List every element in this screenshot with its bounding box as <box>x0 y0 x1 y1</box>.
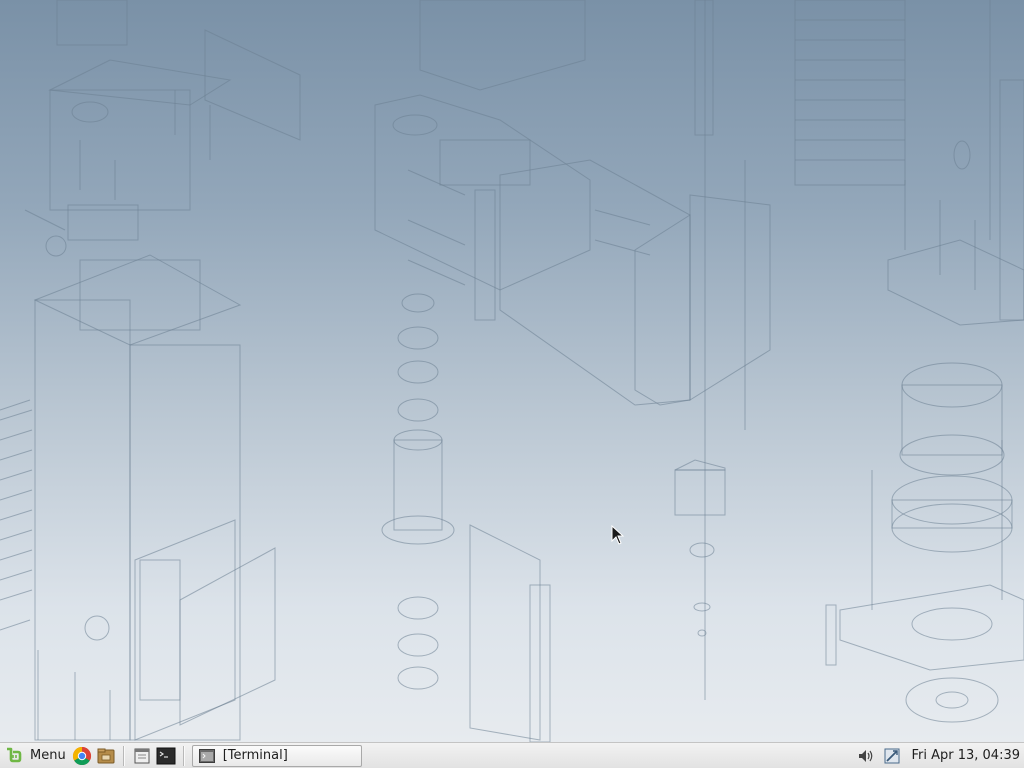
terminal-launcher[interactable] <box>155 745 177 767</box>
show-desktop-launcher[interactable] <box>131 745 153 767</box>
network-tray-button[interactable] <box>882 746 902 766</box>
start-menu-button[interactable]: Menu <box>0 744 70 768</box>
network-icon <box>884 748 900 763</box>
show-desktop-icon <box>134 748 150 763</box>
chrome-launcher[interactable] <box>71 745 93 767</box>
taskbar-window-terminal[interactable]: [Terminal] <box>191 744 362 767</box>
terminal-icon <box>156 747 176 764</box>
file-manager-launcher[interactable] <box>95 745 117 767</box>
panel-separator <box>182 745 184 766</box>
mouse-cursor-icon <box>611 525 625 545</box>
chrome-icon <box>72 746 91 765</box>
system-tray: Fri Apr 13, 04:39 <box>853 743 1024 768</box>
volume-icon <box>859 749 873 762</box>
wallpaper-drawing <box>0 0 1024 742</box>
bottom-panel: Menu [Terminal] Fri Apr 13, 04:39 <box>0 742 1024 768</box>
desktop[interactable] <box>0 0 1024 742</box>
menu-label: Menu <box>30 748 66 763</box>
taskbar-window-title: [Terminal] <box>222 748 288 763</box>
panel-separator <box>122 745 124 766</box>
linux-mint-logo-icon <box>7 747 22 762</box>
terminal-window-icon <box>198 748 215 763</box>
clock[interactable]: Fri Apr 13, 04:39 <box>911 748 1020 763</box>
file-manager-icon <box>97 748 115 763</box>
volume-tray-button[interactable] <box>856 746 876 766</box>
